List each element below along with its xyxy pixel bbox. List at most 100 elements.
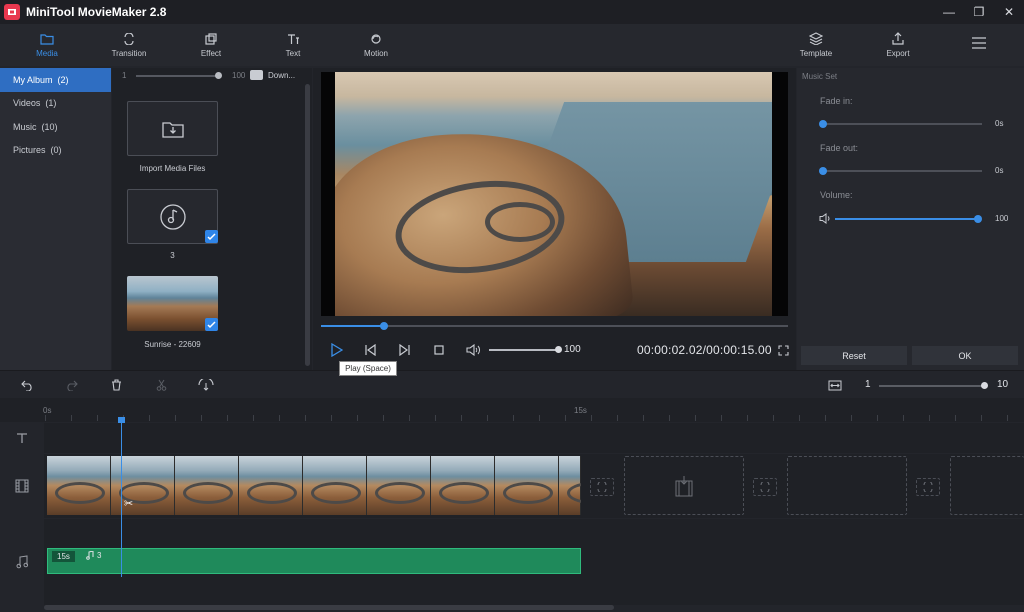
transition-slot[interactable] (916, 478, 940, 496)
media-zoom-slider[interactable] (136, 75, 218, 77)
text-track[interactable] (44, 423, 1024, 453)
ok-button[interactable]: OK (912, 346, 1018, 365)
sidebar-item-my-album[interactable]: My Album (2) (0, 68, 111, 92)
music-set-title: Music Set (802, 72, 838, 81)
undo-icon[interactable] (19, 377, 35, 393)
timeline-zoom-slider[interactable] (879, 385, 985, 387)
export-button[interactable]: Export (878, 24, 918, 66)
clip-frame (495, 456, 559, 515)
film-icon (15, 479, 29, 493)
tab-transition-label: Transition (111, 48, 147, 58)
prev-frame-button[interactable] (363, 343, 377, 357)
import-media-card[interactable] (127, 101, 218, 156)
playhead[interactable] (121, 417, 122, 577)
delete-icon[interactable] (108, 377, 124, 393)
ruler-ticks (45, 415, 1015, 421)
app-window: MiniTool MovieMaker 2.8 — ❐ ✕ Media Tran… (0, 0, 1024, 612)
text-track-header (0, 423, 44, 453)
fade-in-knob[interactable] (819, 120, 827, 128)
reset-button[interactable]: Reset (801, 346, 907, 365)
empty-clip-slot[interactable] (787, 456, 907, 515)
sidebar-item-pictures[interactable]: Pictures (0) (0, 139, 111, 163)
fade-in-value: 0s (995, 119, 1004, 128)
fade-out-knob[interactable] (819, 167, 827, 175)
sidebar-item-music[interactable]: Music (10) (0, 115, 111, 139)
menu-button[interactable] (966, 24, 992, 66)
empty-clip-slot[interactable] (624, 456, 744, 515)
video-item-checkbox[interactable] (205, 318, 218, 331)
music-item-checkbox[interactable] (205, 230, 218, 243)
main-toolbar: Media Transition Effect Text Motion Temp… (0, 24, 1024, 66)
minimize-icon[interactable]: — (934, 0, 964, 24)
clip-frame (303, 456, 367, 515)
transition-icon (597, 482, 607, 492)
play-icon (331, 343, 343, 357)
tab-effect-label: Effect (200, 48, 222, 58)
timeline-zoom-knob[interactable] (981, 382, 988, 389)
tab-motion[interactable]: Motion (355, 24, 397, 66)
timeline-zoom-min: 1 (865, 379, 871, 390)
playback-progress-knob[interactable] (380, 322, 389, 330)
stop-button[interactable] (433, 343, 445, 357)
volume-label: Volume: (820, 190, 853, 200)
video-frame (335, 72, 772, 316)
music-item-label: 3 (170, 251, 175, 260)
fade-in-slider[interactable] (823, 123, 982, 125)
audio-clip[interactable]: 15s 3 (47, 548, 581, 574)
download-icon[interactable] (250, 70, 263, 80)
template-label: Template (799, 49, 833, 58)
volume-slider-knob[interactable] (555, 346, 562, 353)
tab-effect[interactable]: Effect (190, 24, 232, 66)
sidebar-item-videos[interactable]: Videos (1) (0, 92, 111, 116)
media-zoom-knob[interactable] (215, 72, 222, 79)
music-set-panel: Music Set Fade in: 0s Fade out: 0s Volum… (797, 68, 1024, 370)
redo-icon[interactable] (63, 377, 79, 393)
text-track-icon (17, 433, 27, 443)
text-icon (288, 33, 299, 44)
transition-icon (760, 482, 770, 492)
next-frame-button[interactable] (398, 343, 412, 357)
volume-icon (466, 344, 480, 356)
scissors-icon[interactable]: ✂ (124, 497, 133, 510)
stop-icon (434, 345, 444, 355)
audio-clip-name: 3 (86, 551, 101, 560)
transition-slot[interactable] (590, 478, 614, 496)
music-volume-knob[interactable] (974, 215, 982, 223)
clip-frame (47, 456, 111, 515)
video-item-label: Sunrise - 22609 (144, 340, 201, 349)
template-button[interactable]: Template (791, 24, 841, 66)
tab-media[interactable]: Media (24, 24, 70, 66)
sidebar-item-label: Music (13, 121, 37, 132)
next-frame-icon (399, 344, 410, 356)
play-tooltip: Play (Space) (339, 361, 397, 376)
media-scrollbar[interactable] (305, 84, 310, 366)
music-note-icon (159, 203, 186, 230)
music-volume-fill (835, 218, 978, 220)
fade-out-slider[interactable] (823, 170, 982, 172)
transition-slot[interactable] (753, 478, 777, 496)
play-button[interactable] (329, 343, 345, 357)
timeline-ruler[interactable]: 0s 15s (0, 398, 1024, 422)
volume-value: 100 (564, 344, 581, 355)
timeline-scrollbar[interactable] (44, 605, 614, 610)
fit-zoom-icon[interactable] (827, 377, 843, 393)
import-media-label: Import Media Files (139, 164, 206, 173)
restore-icon[interactable]: ❐ (964, 0, 994, 24)
cut-icon[interactable] (153, 377, 169, 393)
tab-transition[interactable]: Transition (103, 24, 155, 66)
tab-text[interactable]: Text (274, 24, 312, 66)
fullscreen-button[interactable] (777, 343, 789, 357)
close-icon[interactable]: ✕ (994, 0, 1024, 24)
ruler-label-start: 0s (43, 406, 52, 415)
playback-progress-track[interactable] (321, 325, 788, 327)
preview-panel: 100 00:00:02.02/00:00:15.00 Play (Space) (313, 68, 796, 376)
app-title: MiniTool MovieMaker 2.8 (26, 5, 167, 19)
volume-button[interactable] (465, 343, 481, 357)
audio-split-icon[interactable] (196, 377, 216, 393)
empty-clip-slot[interactable] (950, 456, 1024, 515)
clip-frame (431, 456, 495, 515)
tab-media-label: Media (36, 48, 58, 58)
download-label[interactable]: Down... (268, 71, 295, 80)
check-icon (207, 321, 216, 329)
timecode: 00:00:02.02/00:00:15.00 (637, 343, 772, 357)
